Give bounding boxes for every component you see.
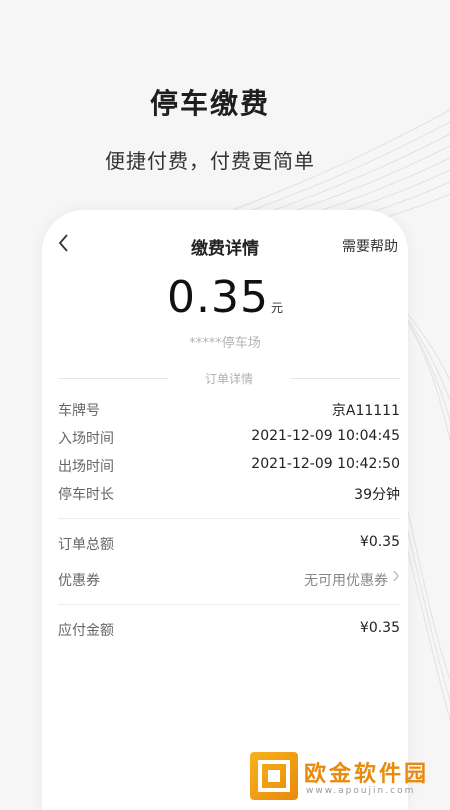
hero-title: 停车缴费 [149, 87, 270, 120]
row-value: 京A11111 [331, 403, 400, 419]
detail-row-exit-time: 出场时间 2021-12-09 10:42:50 [58, 456, 400, 476]
row-label: 入场时间 [58, 431, 114, 447]
amount-value: 0.35 [167, 272, 269, 323]
help-button[interactable]: 需要帮助 [342, 236, 408, 256]
order-total-row: 订单总额 ¥0.35 [58, 534, 400, 554]
coupon-value: 无可用优惠券 [304, 573, 388, 589]
order-details-header: 订单详情 [58, 370, 400, 386]
row-label: 优惠券 [58, 573, 100, 589]
divider [58, 518, 400, 519]
row-label: 停车时长 [58, 487, 114, 503]
chevron-right-icon [392, 569, 400, 587]
hero-subtitle: 便捷付费，付费更简单 [105, 149, 315, 173]
brand-badge-icon [250, 752, 298, 800]
row-label: 订单总额 [58, 537, 114, 553]
payable-row: 应付金额 ¥0.35 [58, 620, 400, 640]
payment-detail-card: 缴费详情 需要帮助 0.35 元 *****停车场 订单详情 车牌号 京A1111… [42, 210, 408, 810]
order-total-value: ¥0.35 [359, 534, 400, 550]
detail-row-entry-time: 入场时间 2021-12-09 10:04:45 [58, 428, 400, 448]
row-label: 出场时间 [58, 459, 114, 475]
watermark-url: www.apoujin.com [306, 786, 416, 796]
parking-lot-name: *****停车场 [189, 336, 261, 351]
row-label: 车牌号 [58, 403, 100, 419]
row-value: 2021-12-09 10:42:50 [251, 456, 400, 472]
row-value: 39分钟 [354, 487, 400, 503]
amount-unit: 元 [270, 301, 283, 315]
nav-bar: 缴费详情 需要帮助 [42, 232, 408, 262]
detail-row-duration: 停车时长 39分钟 [58, 484, 400, 504]
watermark-logo: 欧金软件园 www.apoujin.com [250, 752, 450, 800]
divider [290, 378, 400, 379]
row-value: 2021-12-09 10:04:45 [251, 428, 400, 444]
row-label: 应付金额 [58, 623, 114, 639]
watermark-brand: 欧金软件园 [304, 762, 430, 787]
payable-value: ¥0.35 [359, 620, 400, 636]
coupon-row[interactable]: 优惠券 无可用优惠券 [58, 570, 400, 590]
divider [58, 604, 400, 605]
amount-display: 0.35 元 [42, 272, 408, 323]
detail-row-plate: 车牌号 京A11111 [58, 400, 400, 420]
